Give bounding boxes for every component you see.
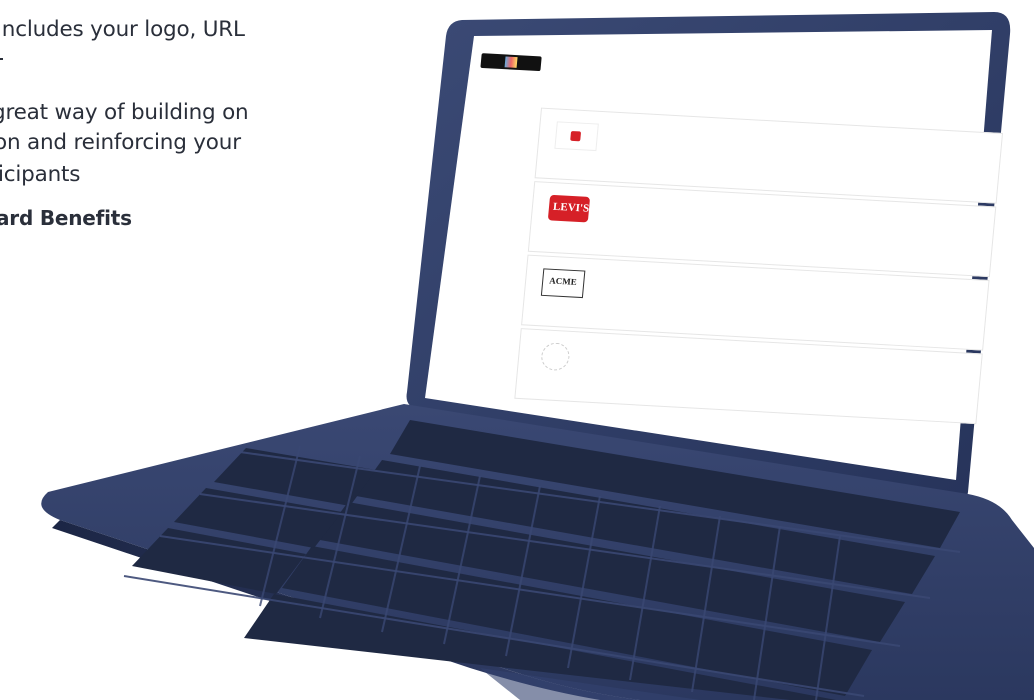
brand-logo	[554, 121, 599, 152]
acme-logo: ACME	[540, 268, 586, 299]
placeholder-logo	[540, 342, 571, 372]
app-sidebar	[477, 80, 532, 83]
app-logo	[480, 53, 542, 72]
levis-logo: LEVI'S	[547, 194, 591, 223]
screen-content: LEVI'S ACME	[446, 50, 1018, 433]
